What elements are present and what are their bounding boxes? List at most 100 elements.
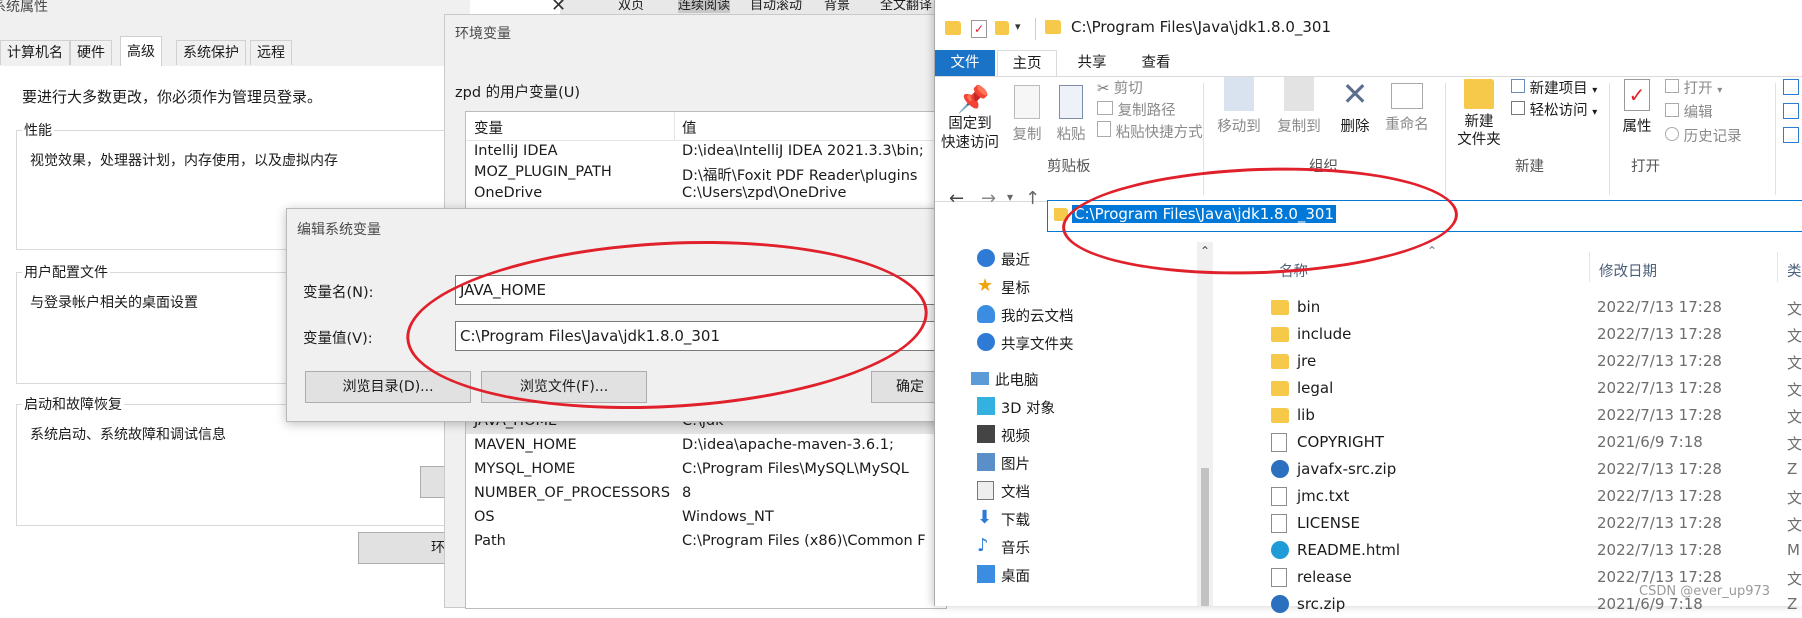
user-vars-list[interactable]: 变量 值 IntelliJ IDEA D:\idea\IntelliJ IDEA … — [465, 111, 947, 213]
file-type: Z — [1787, 460, 1798, 478]
table-row[interactable]: OneDrive C:\Users\zpd\OneDrive — [466, 182, 946, 206]
col-value[interactable]: 值 — [682, 117, 697, 138]
forward-arrow-icon[interactable]: → — [981, 188, 996, 209]
document-icon — [977, 481, 994, 500]
quick-access-toolbar: ✓ ▾ — [945, 18, 1035, 40]
window-title: 环境变量 — [455, 26, 511, 42]
performance-label: 性能 — [22, 120, 54, 140]
close-icon[interactable]: ✕ — [551, 0, 566, 16]
file-row[interactable]: lib 2022/7/13 17:28 文 — [1271, 402, 1802, 429]
table-row[interactable]: MAVEN_HOME D:\idea\apache-maven-3.6.1; — [466, 434, 946, 458]
tab-computer-name[interactable]: 计算机名 — [0, 40, 70, 65]
file-type: 文 — [1787, 435, 1802, 453]
reader-item[interactable]: 全文翻译 — [880, 0, 932, 13]
clock-icon — [977, 249, 995, 267]
file-row[interactable]: LICENSE 2022/7/13 17:28 文 — [1271, 510, 1802, 537]
move-to-button[interactable]: 移动到 — [1211, 77, 1267, 136]
tab-advanced[interactable]: 高级 — [120, 36, 162, 67]
table-row[interactable]: OS Windows_NT — [466, 506, 946, 530]
properties-button[interactable]: ✓ 属性 — [1615, 77, 1659, 136]
file-row[interactable]: bin 2022/7/13 17:28 文 — [1271, 294, 1802, 321]
pin-quick-access-button[interactable]: 📌 固定到 快速访问 — [939, 85, 1001, 153]
chevron-down-icon[interactable]: ▾ — [1015, 20, 1021, 33]
reader-item[interactable]: 自动滚动 — [750, 0, 802, 13]
paste-button[interactable]: 粘贴 — [1051, 85, 1091, 144]
new-item-button[interactable]: 新建项目 ▾ — [1511, 77, 1597, 98]
tab-view[interactable]: 查看 — [1131, 50, 1181, 76]
file-row[interactable]: javafx-src.zip 2022/7/13 17:28 Z — [1271, 456, 1802, 483]
column-divider — [1777, 252, 1778, 282]
paste-shortcut-button[interactable]: 粘贴快捷方式 — [1097, 121, 1203, 142]
rename-icon — [1391, 83, 1423, 109]
file-name: include — [1297, 325, 1352, 343]
table-row[interactable]: MYSQL_HOME C:\Program Files\MySQL\MySQL — [466, 458, 946, 482]
user-vars-label: zpd 的用户变量(U) — [455, 85, 581, 101]
reader-item[interactable]: 双页 — [618, 0, 644, 13]
watermark: CSDN @ever_up973 — [1639, 584, 1771, 599]
cut-button[interactable]: ✂ 剪切 — [1097, 77, 1143, 98]
file-type: Z — [1787, 595, 1798, 613]
easy-access-button[interactable]: 轻松访问 ▾ — [1511, 99, 1597, 120]
reader-item[interactable]: 连续阅读 — [678, 0, 731, 13]
up-arrow-icon[interactable]: ↑ — [1025, 188, 1040, 209]
reader-toolbar: 双页 连续阅读 自动滚动 背景 全文翻译 — [560, 0, 960, 14]
file-row[interactable]: legal 2022/7/13 17:28 文 — [1271, 375, 1802, 402]
table-row[interactable]: Path C:\Program Files (x86)\Common F — [466, 530, 946, 554]
open-icon — [1665, 79, 1679, 93]
folder-icon — [1271, 408, 1289, 423]
file-type: 文 — [1787, 489, 1802, 507]
tab-remote[interactable]: 远程 — [250, 40, 292, 65]
file-row[interactable]: include 2022/7/13 17:28 文 — [1271, 321, 1802, 348]
table-row[interactable]: NUMBER_OF_PROCESSORS 8 — [466, 482, 946, 506]
select-icon[interactable] — [1783, 103, 1799, 119]
tab-system-protection[interactable]: 系统保护 — [176, 40, 246, 65]
tab-hardware[interactable]: 硬件 — [70, 40, 112, 65]
col-variable[interactable]: 变量 — [474, 117, 503, 138]
open-button[interactable]: 打开 ▾ — [1665, 77, 1722, 98]
select-icon[interactable] — [1783, 79, 1799, 95]
copy-path-button[interactable]: 复制路径 — [1097, 99, 1176, 120]
recent-dropdown-icon[interactable]: ▾ — [1007, 190, 1013, 204]
reader-item[interactable]: 背景 — [824, 0, 850, 13]
delete-button[interactable]: ✕ 删除 — [1335, 77, 1375, 136]
edge-browser-icon — [1271, 541, 1289, 559]
edit-icon — [1665, 103, 1679, 117]
new-folder-icon — [1464, 79, 1494, 109]
paste-shortcut-icon — [1097, 121, 1111, 137]
cloud-icon — [977, 305, 995, 323]
file-type: M — [1787, 541, 1800, 559]
tab-home[interactable]: 主页 — [997, 50, 1057, 78]
nav-scrollbar[interactable]: ⌃ — [1197, 242, 1213, 606]
folder-icon — [1271, 327, 1289, 342]
back-arrow-icon[interactable]: ← — [949, 188, 964, 209]
file-row[interactable]: COPYRIGHT 2021/6/9 7:18 文 — [1271, 429, 1802, 456]
group-open: 打开 — [1631, 159, 1660, 175]
new-folder-button[interactable]: 新建 文件夹 — [1451, 77, 1507, 149]
rename-button[interactable]: 重命名 — [1379, 77, 1435, 134]
file-date: 2022/7/13 17:28 — [1597, 460, 1722, 478]
file-name: LICENSE — [1297, 514, 1360, 532]
file-row[interactable]: README.html 2022/7/13 17:28 M — [1271, 537, 1802, 564]
copy-to-button[interactable]: 复制到 — [1271, 77, 1327, 136]
tab-share[interactable]: 共享 — [1067, 50, 1117, 76]
copy-button[interactable]: 复制 — [1007, 85, 1047, 144]
music-note-icon: ♪ — [977, 535, 989, 556]
file-row[interactable]: jre 2022/7/13 17:28 文 — [1271, 348, 1802, 375]
window-title: 系统属性 — [0, 0, 48, 15]
tab-bar: 计算机名 硬件 高级 系统保护 远程 — [0, 36, 470, 67]
properties-check-icon[interactable]: ✓ — [971, 20, 987, 38]
file-row[interactable]: jmc.txt 2022/7/13 17:28 文 — [1271, 483, 1802, 510]
col-type[interactable]: 类 — [1787, 260, 1802, 281]
sort-caret-icon: ⌃ — [1427, 244, 1438, 258]
edit-button[interactable]: 编辑 — [1665, 101, 1713, 122]
select-icon[interactable] — [1783, 127, 1799, 143]
new-folder-icon[interactable] — [995, 21, 1009, 35]
scrollbar-thumb[interactable] — [1201, 468, 1209, 606]
chevron-down-icon: ▾ — [1717, 85, 1723, 96]
tab-file[interactable]: 文件 — [935, 50, 995, 76]
history-icon — [1665, 127, 1679, 141]
col-date[interactable]: 修改日期 — [1599, 260, 1657, 281]
file-name: bin — [1297, 298, 1321, 316]
file-type: 文 — [1787, 354, 1802, 372]
history-button[interactable]: 历史记录 — [1665, 125, 1742, 146]
